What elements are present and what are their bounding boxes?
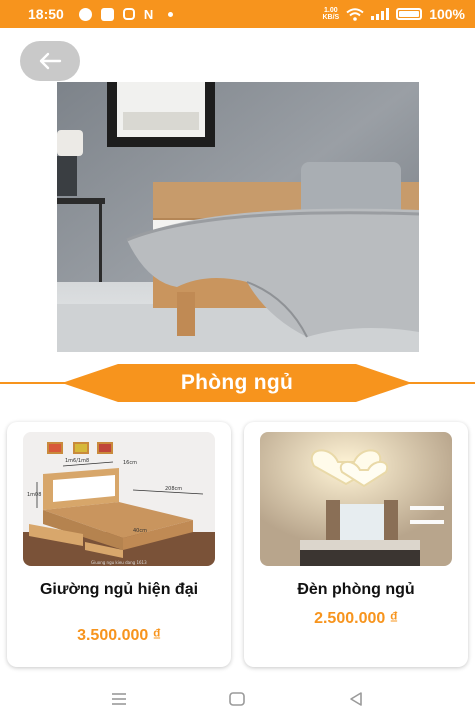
signal-icon <box>371 8 390 20</box>
bed-leg-label: 40cm <box>133 528 147 534</box>
network-speed: 1.00 KB/S <box>322 7 339 21</box>
bed-depth-label: 16cm <box>123 460 137 466</box>
battery-percent: 100% <box>429 6 465 22</box>
instagram-icon <box>122 8 135 20</box>
product-price: 3.500.000 ₫ <box>77 627 161 644</box>
product-image-bed: 1m6/1m8 16cm 1m08 208cm 40cm Giuong ngu … <box>23 432 215 566</box>
bed-height-label: 1m08 <box>27 492 41 498</box>
section-title: Phòng ngủ <box>62 364 412 402</box>
chat-icon <box>100 7 114 21</box>
product-name: Giường ngủ hiện đại <box>39 581 199 598</box>
status-time: 18:50 <box>28 6 64 22</box>
menu-button[interactable] <box>105 689 133 709</box>
network-speed-unit: KB/S <box>322 14 340 21</box>
status-bar: 18:50 N 1.00 KB/S 100% <box>0 0 475 28</box>
bed-length-label: 208cm <box>165 486 182 492</box>
n-icon: N <box>143 6 154 22</box>
network-speed-value: 1.00 <box>324 7 338 14</box>
home-button[interactable] <box>223 689 251 709</box>
arrow-left-icon <box>39 52 62 70</box>
triangle-back-icon <box>350 691 362 706</box>
wifi-icon <box>346 7 364 21</box>
bed-width-label: 1m6/1m8 <box>65 458 89 464</box>
notification-dot-icon <box>168 11 174 17</box>
product-image-lamp <box>260 432 452 566</box>
back-button[interactable] <box>20 41 80 81</box>
hero-image <box>57 82 419 352</box>
messenger-icon <box>78 7 92 21</box>
back-nav-button[interactable] <box>342 689 370 709</box>
home-icon <box>229 691 246 706</box>
battery-icon <box>396 8 423 20</box>
bed-image-caption: Giuong ngu kieu dang 1613 <box>91 560 147 565</box>
product-card-bed[interactable]: 1m6/1m8 16cm 1m08 208cm 40cm Giuong ngu … <box>7 422 231 667</box>
product-price: 2.500.000 ₫ <box>314 610 398 627</box>
menu-icon <box>112 692 127 705</box>
product-name: Đèn phòng ngủ <box>297 581 415 598</box>
system-nav-bar <box>0 680 475 717</box>
product-card-lamp[interactable]: Đèn phòng ngủ 2.500.000 ₫ <box>244 422 468 667</box>
screen: 18:50 N 1.00 KB/S 100% Phòng ngủ 1m6/1m8… <box>0 0 475 717</box>
